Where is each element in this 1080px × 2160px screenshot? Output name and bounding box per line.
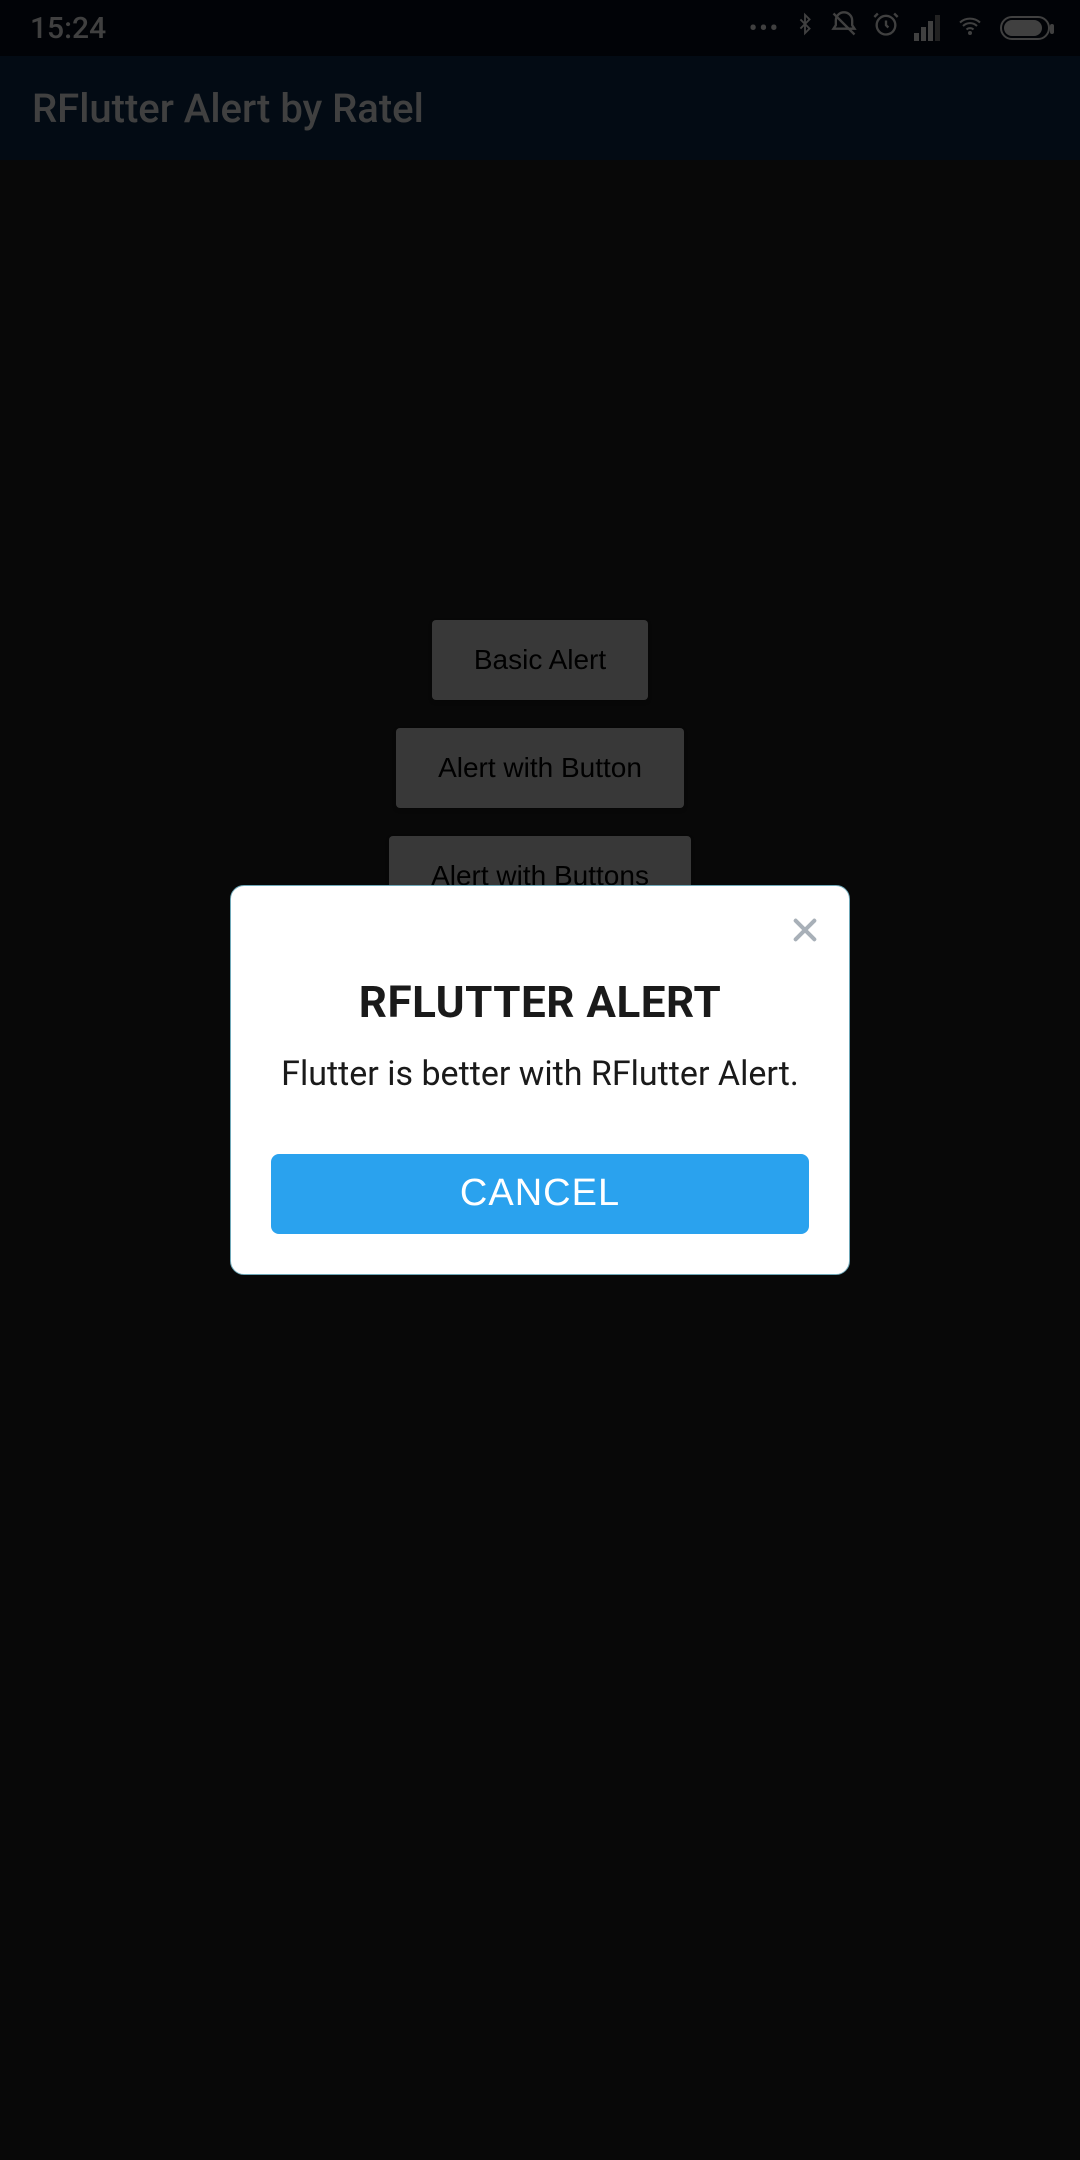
alert-description: Flutter is better with RFlutter Alert. (281, 1052, 799, 1098)
alert-dialog: RFLUTTER ALERT Flutter is better with RF… (230, 885, 850, 1275)
alert-title: RFLUTTER ALERT (359, 976, 721, 1028)
close-button[interactable] (785, 910, 825, 950)
close-icon (789, 914, 821, 946)
cancel-button[interactable]: CANCEL (271, 1154, 809, 1234)
modal-overlay[interactable]: RFLUTTER ALERT Flutter is better with RF… (0, 0, 1080, 2160)
